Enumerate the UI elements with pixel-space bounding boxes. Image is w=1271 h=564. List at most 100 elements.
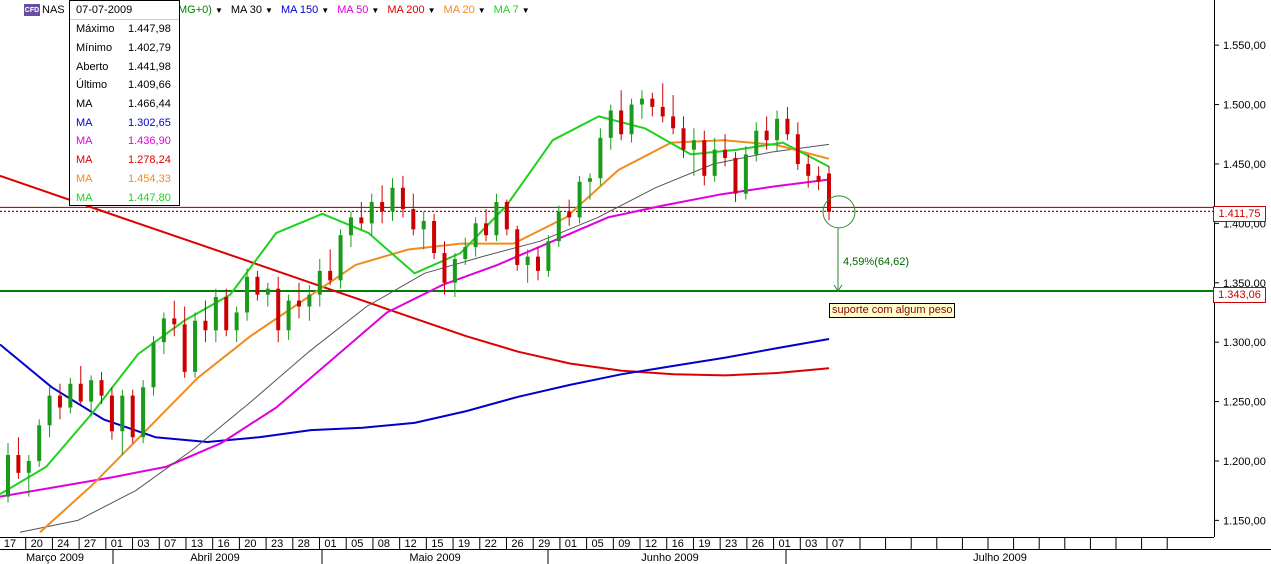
candle[interactable] <box>109 387 114 440</box>
candle[interactable] <box>255 270 260 301</box>
candle[interactable] <box>161 312 166 355</box>
candle[interactable] <box>37 419 42 467</box>
candle[interactable] <box>827 166 831 221</box>
row-value: 1.302,65 <box>128 116 171 129</box>
candle[interactable] <box>193 312 198 378</box>
candle[interactable] <box>369 193 374 236</box>
candle[interactable] <box>525 249 530 283</box>
candle[interactable] <box>660 83 665 123</box>
indicator-ma-20[interactable]: MA 20 ▼ <box>444 4 486 16</box>
candle[interactable] <box>213 288 218 343</box>
candle[interactable] <box>619 90 624 141</box>
caret-down-icon[interactable]: ▼ <box>321 6 329 15</box>
candle[interactable] <box>598 128 603 186</box>
candle[interactable] <box>421 211 426 250</box>
candle[interactable] <box>515 225 520 271</box>
candle[interactable] <box>816 166 821 191</box>
x-month-label: Abril 2009 <box>190 552 240 564</box>
row-key: MA <box>76 191 93 204</box>
candle[interactable] <box>286 294 291 340</box>
candle[interactable] <box>702 130 707 186</box>
data-window-row: MA 1.278,24 <box>70 151 179 170</box>
caret-down-icon[interactable]: ▼ <box>478 6 486 15</box>
candle[interactable] <box>795 122 800 170</box>
candle[interactable] <box>494 193 499 242</box>
x-day-label: 12 <box>405 538 417 550</box>
indicator-ma-30[interactable]: MA 30 ▼ <box>231 4 273 16</box>
candle[interactable] <box>47 387 52 438</box>
candle[interactable] <box>785 106 790 141</box>
caret-down-icon[interactable]: ▼ <box>371 6 379 15</box>
caret-down-icon[interactable]: ▼ <box>428 6 436 15</box>
candle[interactable] <box>671 95 676 135</box>
x-day-label: 07 <box>164 538 176 550</box>
x-day-label: 29 <box>538 538 550 550</box>
candle[interactable] <box>546 235 551 277</box>
row-value: 1.436,90 <box>128 135 171 148</box>
candle[interactable] <box>6 443 10 503</box>
candle[interactable] <box>743 146 748 200</box>
data-window-row: Aberto 1.441,98 <box>70 57 179 76</box>
candle[interactable] <box>245 268 250 321</box>
candle[interactable] <box>328 249 333 286</box>
x-day-label: 19 <box>458 538 470 550</box>
indicator-ma-7[interactable]: MA 7 ▼ <box>494 4 530 16</box>
candle[interactable] <box>172 300 177 337</box>
candle[interactable] <box>567 199 572 226</box>
candle[interactable] <box>691 128 696 176</box>
candle[interactable] <box>733 152 738 202</box>
row-value: 1.447,98 <box>128 23 171 36</box>
candle[interactable] <box>276 276 281 343</box>
candle[interactable] <box>68 377 73 414</box>
row-value: 1.454,33 <box>128 172 171 185</box>
candle[interactable] <box>296 282 301 319</box>
candle[interactable] <box>130 389 135 444</box>
candle[interactable] <box>577 175 582 224</box>
candle[interactable] <box>629 98 634 143</box>
candle[interactable] <box>473 217 478 257</box>
candle[interactable] <box>78 365 83 404</box>
candle[interactable] <box>556 205 561 248</box>
row-value: 1.466,44 <box>128 98 171 111</box>
candle[interactable] <box>317 258 322 307</box>
candle[interactable] <box>442 241 447 295</box>
candle[interactable] <box>120 389 125 456</box>
candle[interactable] <box>432 213 437 259</box>
candle[interactable] <box>16 437 21 479</box>
candle[interactable] <box>380 185 385 224</box>
caret-down-icon[interactable]: ▼ <box>522 6 530 15</box>
candle[interactable] <box>338 229 343 289</box>
candle[interactable] <box>57 383 62 420</box>
candle[interactable] <box>390 178 395 221</box>
candle[interactable] <box>536 247 541 281</box>
x-day-label: 23 <box>271 538 283 550</box>
candle[interactable] <box>484 209 489 242</box>
candle[interactable] <box>650 92 655 117</box>
x-day-label: 16 <box>218 538 230 550</box>
candle[interactable] <box>359 201 364 230</box>
candle[interactable] <box>348 211 353 248</box>
indicator-ma-50[interactable]: MA 50 ▼ <box>337 4 379 16</box>
candle[interactable] <box>411 193 416 236</box>
symbol-label[interactable]: NAS <box>42 4 65 16</box>
candle[interactable] <box>608 104 613 150</box>
candle[interactable] <box>712 137 717 182</box>
candle[interactable] <box>265 282 270 307</box>
row-key: MA <box>76 172 93 185</box>
indicator-list: (TMG+0) ▼ MA 30 ▼ MA 150 ▼ MA 50 ▼ MA 200 ▼ MA 20 ▼… <box>160 4 530 16</box>
candle[interactable] <box>141 380 146 444</box>
support-annotation[interactable]: suporte com algum peso <box>829 303 956 318</box>
candle[interactable] <box>182 306 187 378</box>
candle[interactable] <box>504 199 509 236</box>
chart-plot-area[interactable] <box>0 0 1214 537</box>
x-day-label: 27 <box>84 538 96 550</box>
candle[interactable] <box>234 306 239 343</box>
candle[interactable] <box>151 336 156 396</box>
caret-down-icon[interactable]: ▼ <box>265 6 273 15</box>
indicator-ma-200[interactable]: MA 200 ▼ <box>387 4 435 16</box>
indicator-ma-150[interactable]: MA 150 ▼ <box>281 4 329 16</box>
caret-down-icon[interactable]: ▼ <box>215 6 223 15</box>
candle[interactable] <box>639 90 644 119</box>
x-day-label: 24 <box>57 538 69 550</box>
series-line-ma-150[interactable] <box>0 338 830 443</box>
